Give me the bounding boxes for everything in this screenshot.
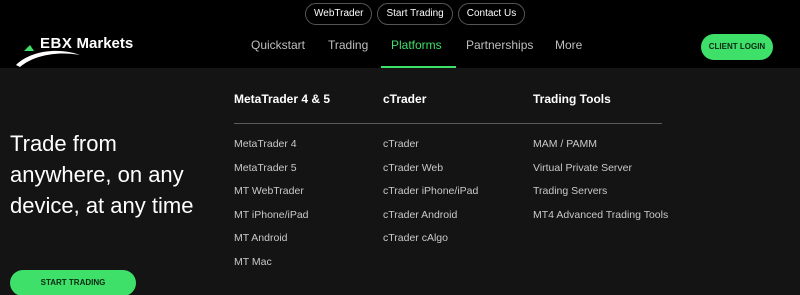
menu-item-virtual-private-server[interactable]: Virtual Private Server xyxy=(533,162,668,186)
menu-item-mt-webtrader[interactable]: MT WebTrader xyxy=(234,185,309,209)
menu-divider xyxy=(234,123,662,124)
nav-trading[interactable]: Trading xyxy=(328,38,368,52)
menu-item-mam-pamm[interactable]: MAM / PAMM xyxy=(533,138,668,162)
menu-item-metatrader-4[interactable]: MetaTrader 4 xyxy=(234,138,309,162)
nav-partnerships[interactable]: Partnerships xyxy=(466,38,533,52)
menu-item-ctrader-calgo[interactable]: cTrader cAlgo xyxy=(383,232,478,256)
menu-item-trading-servers[interactable]: Trading Servers xyxy=(533,185,668,209)
menu-column-ctrader: cTrader cTrader cTrader Web cTrader iPho… xyxy=(383,92,478,244)
top-links: WebTrader Start Trading Contact Us xyxy=(305,3,526,25)
main-nav: Quickstart Trading Platforms Partnership… xyxy=(0,38,800,68)
menu-item-ctrader-android[interactable]: cTrader Android xyxy=(383,209,478,233)
menu-item-mt4-advanced-trading-tools[interactable]: MT4 Advanced Trading Tools xyxy=(533,209,668,233)
menu-item-ctrader-iphone-ipad[interactable]: cTrader iPhone/iPad xyxy=(383,185,478,209)
webtrader-link[interactable]: WebTrader xyxy=(305,3,373,25)
nav-quickstart[interactable]: Quickstart xyxy=(251,38,305,52)
client-login-button[interactable]: CLIENT LOGIN xyxy=(701,34,773,60)
menu-item-mt-android[interactable]: MT Android xyxy=(234,232,309,256)
menu-item-mt-iphone-ipad[interactable]: MT iPhone/iPad xyxy=(234,209,309,233)
menu-item-ctrader[interactable]: cTrader xyxy=(383,138,478,162)
nav-more[interactable]: More xyxy=(555,38,582,52)
menu-item-metatrader-5[interactable]: MetaTrader 5 xyxy=(234,162,309,186)
hero-headline: Trade from anywhere, on any device, at a… xyxy=(10,131,194,218)
contact-us-link[interactable]: Contact Us xyxy=(457,3,526,25)
menu-column-title: Trading Tools xyxy=(533,92,611,106)
menu-column-title: MetaTrader 4 & 5 xyxy=(234,92,331,106)
menu-item-mt-mac[interactable]: MT Mac xyxy=(234,256,309,280)
start-trading-button[interactable]: START TRADING xyxy=(10,270,136,295)
start-trading-link[interactable]: Start Trading xyxy=(377,3,453,25)
menu-column-metatrader: MetaTrader 4 & 5 MetaTrader 4 MetaTrader… xyxy=(234,92,331,268)
nav-active-underline xyxy=(381,66,456,68)
nav-platforms[interactable]: Platforms xyxy=(391,38,442,52)
menu-column-trading-tools: Trading Tools MAM / PAMM Virtual Private… xyxy=(533,92,668,221)
header-bar: WebTrader Start Trading Contact Us EBX M… xyxy=(0,0,800,68)
menu-item-ctrader-web[interactable]: cTrader Web xyxy=(383,162,478,186)
menu-column-title: cTrader xyxy=(383,92,427,106)
